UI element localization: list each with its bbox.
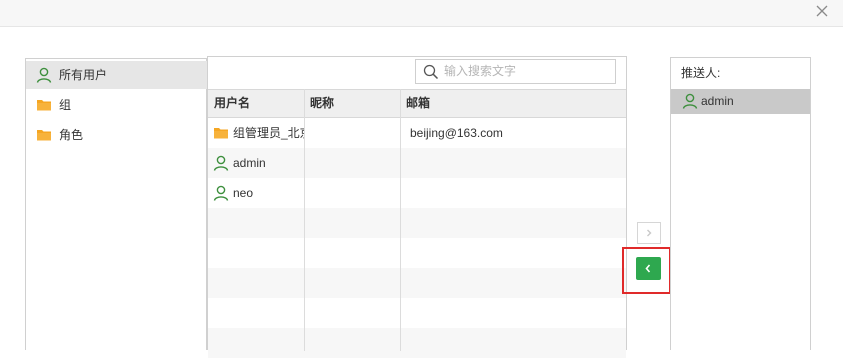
table-row [208, 268, 626, 298]
recipient-panel-title: 推送人: [681, 66, 721, 80]
column-header-nickname[interactable]: 昵称 [304, 90, 400, 117]
tree-item-all-users[interactable]: 所有用户 [26, 61, 207, 89]
tree-item-label: 角色 [59, 128, 84, 142]
cell-email: beijing@163.com [410, 126, 503, 140]
cell-username: 组管理员_北京 [208, 118, 304, 148]
category-tree: 所有用户 组 角色 [25, 58, 207, 350]
table-row [208, 328, 626, 358]
highlight-box [622, 247, 671, 294]
close-icon [816, 5, 828, 17]
cell-nickname [304, 148, 400, 178]
search-input[interactable] [444, 62, 609, 80]
chevron-right-icon [647, 229, 652, 237]
table-header: 用户名 昵称 邮箱 [208, 89, 626, 118]
cell-username: neo [208, 178, 304, 208]
tree-item-group[interactable]: 组 [26, 91, 207, 119]
user-icon [213, 185, 229, 201]
close-button[interactable] [813, 2, 831, 20]
cell-email [410, 148, 620, 178]
username-text: 组管理员_北京 [233, 126, 304, 140]
table-row [208, 298, 626, 328]
recipient-item[interactable]: admin [671, 89, 810, 114]
user-icon [213, 155, 229, 171]
folder-icon [37, 130, 51, 141]
column-header-username[interactable]: 用户名 [208, 90, 304, 117]
user-table-panel: 用户名 昵称 邮箱 组管理员_北京 beijing@163.com admin … [207, 56, 627, 358]
user-icon [682, 93, 698, 109]
search-box [415, 59, 616, 84]
search-icon [423, 64, 439, 80]
add-recipient-button[interactable] [637, 222, 661, 244]
column-divider [400, 89, 401, 351]
username-text: admin [233, 156, 266, 170]
dialog-header [0, 0, 843, 27]
recipient-label: admin [701, 94, 734, 108]
folder-icon [214, 128, 228, 139]
tree-item-label: 组 [59, 98, 72, 112]
table-row [208, 208, 626, 238]
cell-username: admin [208, 148, 304, 178]
table-row [208, 238, 626, 268]
recipient-panel: 推送人: admin [670, 57, 811, 350]
tree-item-label: 所有用户 [59, 68, 108, 82]
username-text: neo [233, 186, 254, 200]
cell-nickname [304, 178, 400, 208]
tree-item-role[interactable]: 角色 [26, 121, 207, 149]
column-header-email[interactable]: 邮箱 [400, 90, 600, 117]
user-icon [36, 67, 52, 83]
cell-nickname [304, 118, 400, 148]
cell-email [410, 178, 620, 208]
folder-icon [37, 100, 51, 111]
